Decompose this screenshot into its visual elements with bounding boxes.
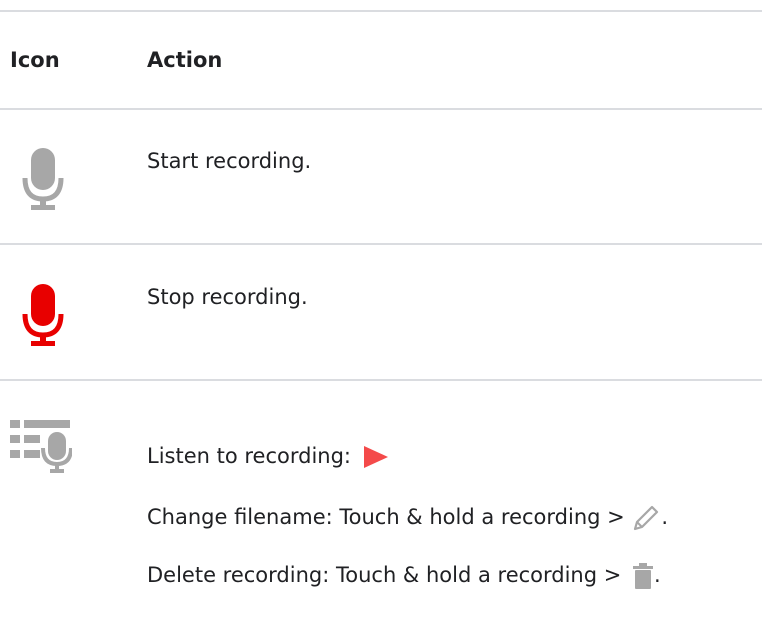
rename-period: .: [661, 505, 669, 529]
listen-line: Listen to recording:: [147, 444, 390, 470]
action-table: Icon Action Start recording. Stop record…: [0, 0, 762, 633]
pencil-icon[interactable]: [631, 503, 661, 533]
delete-period: .: [654, 563, 661, 587]
rename-label: Change filename: Touch & hold a recordin…: [147, 505, 625, 529]
start-recording-text: Start recording.: [147, 149, 312, 173]
play-icon[interactable]: [362, 444, 390, 470]
microphone-icon: [22, 148, 64, 210]
listen-label: Listen to recording:: [147, 444, 352, 468]
stop-recording-text: Stop recording.: [147, 285, 308, 309]
microphone-icon: [22, 284, 64, 346]
rename-line: Change filename: Touch & hold a recordin…: [147, 503, 668, 533]
recordings-list-icon: [10, 420, 72, 473]
trash-icon[interactable]: [632, 562, 654, 590]
delete-line: Delete recording: Touch & hold a recordi…: [147, 562, 661, 590]
table-top-divider: [0, 10, 762, 12]
column-header-icon: Icon: [10, 48, 60, 72]
row-divider-1: [0, 243, 762, 245]
column-header-action: Action: [147, 48, 223, 72]
row-divider-2: [0, 379, 762, 381]
header-divider: [0, 108, 762, 110]
delete-label: Delete recording: Touch & hold a recordi…: [147, 563, 622, 587]
